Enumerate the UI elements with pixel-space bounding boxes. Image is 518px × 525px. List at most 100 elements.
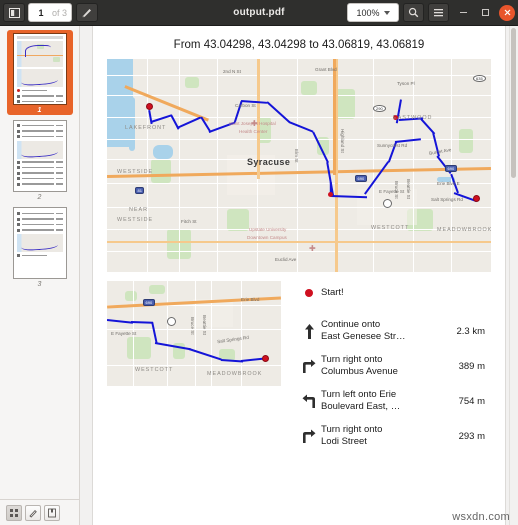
map-park (151, 159, 171, 183)
route-map-small[interactable]: 690 E Fayette St Erie Blvd Bruce St Beat… (107, 281, 281, 386)
thumb-directions (16, 160, 63, 186)
thumb-route (20, 238, 58, 252)
lower-section: 690 E Fayette St Erie Blvd Bruce St Beat… (107, 281, 491, 454)
map-park (459, 129, 473, 153)
bookmarks-view-button[interactable] (44, 504, 60, 521)
annotate-button[interactable] (76, 3, 99, 22)
map-highway (333, 59, 336, 175)
thumbnail-preview (12, 120, 67, 192)
map-road (107, 207, 491, 209)
map-road (107, 229, 491, 231)
map-area-label: WESTSIDE (117, 169, 154, 175)
zoom-level-dropdown[interactable]: 100% (347, 3, 399, 22)
map-road (107, 95, 491, 97)
page-total-label: of 3 (52, 7, 68, 18)
annotations-view-button[interactable] (25, 504, 41, 521)
direction-text-line1: Turn right onto (321, 423, 383, 435)
route-segment (130, 321, 154, 325)
route-map-main[interactable]: ✚ ✚ 81 690 690 290 635 2nd N St Grant Bl… (107, 59, 491, 272)
map-park (301, 81, 317, 95)
close-button[interactable] (499, 4, 515, 21)
minimize-button[interactable] (455, 5, 471, 21)
thumb-map-large (16, 41, 63, 67)
map-city-label: Syracuse (247, 157, 291, 167)
map-street-label: Beattie St (202, 315, 207, 335)
direction-text-line2: Boulevard East, … (321, 401, 401, 412)
map-poi-label: Health Center (239, 129, 268, 134)
sidebar-bottom-toolbar (0, 499, 79, 525)
direction-text-line1: Turn right onto (321, 353, 383, 365)
start-dot-icon (297, 289, 321, 298)
direction-text-line2: Columbus Avenue (321, 366, 398, 377)
map-major-road (107, 241, 491, 244)
map-street-label: Erie Blvd E (437, 181, 460, 186)
highway-shield: 690 (143, 299, 155, 306)
turn-right-icon (303, 429, 316, 443)
route-segment (107, 319, 133, 325)
map-area-label: EASTWOOD (393, 115, 433, 121)
map-street-label: Fitch St (181, 219, 197, 224)
map-park (185, 77, 199, 88)
map-circle-marker (167, 317, 176, 326)
menu-button[interactable] (428, 3, 449, 22)
map-street-label: Elm St (294, 149, 299, 163)
map-circle-marker (383, 199, 392, 208)
thumb-directions (16, 89, 63, 104)
thumbnail-list[interactable]: 1 2 3 (0, 26, 79, 499)
map-street-label: E Fayette St (111, 331, 137, 336)
map-area-label: WESTCOTT (135, 367, 174, 373)
map-street-label: Beattie St (406, 179, 411, 199)
search-button[interactable] (403, 3, 424, 22)
main-body: 1 2 3 From 43.04298, 43.04298 to 43.0681… (0, 26, 518, 525)
map-area-label: NEAR (129, 207, 148, 213)
map-park (149, 285, 165, 294)
thumbnail-page-label: 1 (37, 107, 42, 114)
page-current-value: 1 (38, 7, 44, 18)
map-street-label: Bruce St (190, 317, 195, 335)
thumb-map-small (16, 234, 63, 252)
thumbnail-page-1[interactable]: 1 (6, 30, 73, 115)
vertical-scrollbar[interactable] (509, 26, 518, 525)
scrollbar-thumb[interactable] (511, 28, 516, 178)
thumbnails-view-button[interactable] (6, 504, 22, 521)
page-number-field[interactable]: 1 of 3 (28, 3, 73, 22)
map-area-label: LAKEFRONT (125, 125, 167, 131)
map-street-label: 2nd N St (223, 69, 241, 74)
direction-text: Start! (321, 287, 344, 298)
thumbnail-page-3[interactable]: 3 (8, 207, 72, 289)
map-water (129, 97, 135, 151)
thumbnail-page-2[interactable]: 2 (8, 120, 72, 202)
thumbnail-preview (12, 207, 67, 279)
map-poi-label: Upstate University (249, 227, 287, 232)
pdf-page-1: From 43.04298, 43.04298 to 43.06819, 43.… (93, 26, 505, 525)
map-road (195, 281, 196, 386)
map-area-label: WESTSIDE (117, 217, 154, 223)
direction-text-line2: Lodi Street (321, 436, 367, 447)
map-street-label: Salt Springs Rd (216, 334, 250, 345)
route-start-marker (146, 103, 153, 110)
thumbnail-page-label: 3 (37, 281, 42, 288)
sidebar-toggle-button[interactable] (3, 3, 25, 22)
minimize-icon (459, 12, 467, 13)
direction-row: Turn left onto Erie Boulevard East, … 75… (295, 384, 491, 419)
direction-text-line1: Turn left onto Erie (321, 388, 397, 400)
direction-distance: 389 m (458, 360, 485, 372)
map-street-label: Bruce St (394, 181, 399, 199)
hamburger-menu-icon (434, 9, 443, 17)
sidebar-toggle-icon (8, 7, 20, 18)
direction-row: Turn right onto Columbus Avenue 389 m (295, 349, 491, 384)
maximize-button[interactable] (477, 5, 493, 21)
chevron-down-icon (383, 10, 390, 15)
document-view[interactable]: From 43.04298, 43.04298 to 43.06819, 43.… (80, 26, 518, 525)
thumb-map-small (16, 140, 63, 159)
route-segment (150, 321, 158, 344)
highway-shield: 635 (473, 75, 486, 82)
map-street-label: Highland St (340, 129, 345, 153)
pencil-icon (29, 509, 37, 518)
thumb-directions (16, 124, 63, 138)
maximize-icon (481, 9, 489, 16)
search-icon (408, 7, 419, 18)
direction-text-line1: Continue onto (321, 318, 381, 330)
thumb-park (52, 57, 60, 62)
map-park (127, 337, 151, 359)
